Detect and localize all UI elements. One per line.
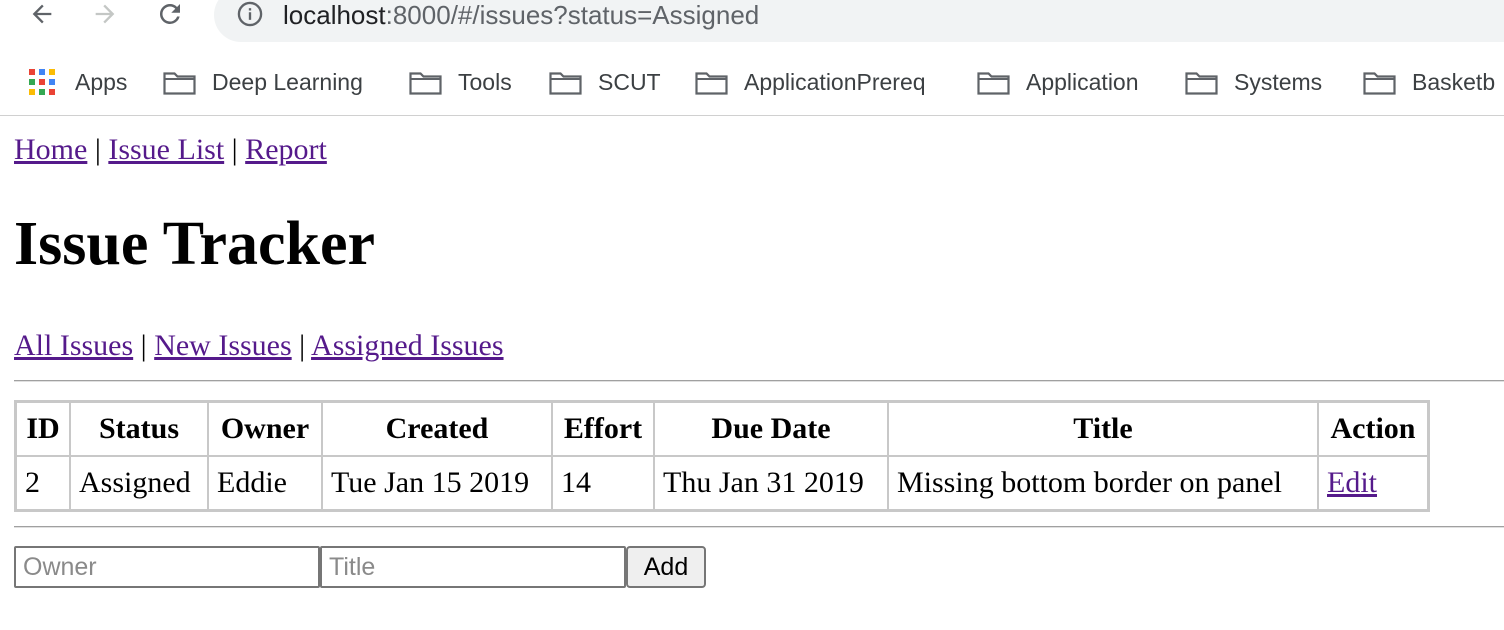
all-issues-link[interactable]: All Issues xyxy=(14,329,133,362)
forward-button[interactable] xyxy=(87,0,123,32)
divider xyxy=(14,526,1504,528)
bookmark-label: Tools xyxy=(458,68,512,95)
divider xyxy=(14,380,1504,382)
filter-separator: | xyxy=(299,329,306,362)
bookmark-label: SCUT xyxy=(598,68,661,95)
url-host: localhost xyxy=(283,0,386,30)
cell-due-date: Thu Jan 31 2019 xyxy=(654,456,888,510)
top-nav: Home | Issue List | Report xyxy=(14,132,327,168)
column-header-effort: Effort xyxy=(552,402,654,456)
folder-icon xyxy=(549,72,582,95)
bookmark-folder[interactable]: ApplicationPrereq xyxy=(695,62,926,102)
cell-created: Tue Jan 15 2019 xyxy=(322,456,552,510)
folder-icon xyxy=(695,72,728,95)
bookmarks-bar: Apps Deep Learning Tools SCUT Applicatio… xyxy=(0,62,1504,102)
edit-link[interactable]: Edit xyxy=(1327,466,1377,499)
url-path: :8000/#/issues?status=Assigned xyxy=(385,0,760,30)
apps-grid-icon xyxy=(29,69,55,95)
reload-button[interactable] xyxy=(152,0,188,32)
bookmark-label: ApplicationPrereq xyxy=(744,68,926,95)
home-link[interactable]: Home xyxy=(14,133,87,166)
owner-input[interactable] xyxy=(14,546,320,588)
cell-id: 2 xyxy=(16,456,70,510)
table-header-row: ID Status Owner Created Effort Due Date … xyxy=(16,402,1428,456)
page-title: Issue Tracker xyxy=(14,210,376,278)
column-header-status: Status xyxy=(70,402,208,456)
address-bar[interactable]: localhost:8000/#/issues?status=Assigned xyxy=(214,0,1504,42)
assigned-issues-link[interactable]: Assigned Issues xyxy=(311,329,504,362)
issue-table: ID Status Owner Created Effort Due Date … xyxy=(14,400,1430,512)
title-input[interactable] xyxy=(320,546,626,588)
folder-icon xyxy=(409,72,442,95)
bookmark-apps[interactable]: Apps xyxy=(29,62,127,102)
folder-icon xyxy=(1185,72,1218,95)
nav-separator: | xyxy=(231,133,238,166)
filter-separator: | xyxy=(140,329,147,362)
column-header-action: Action xyxy=(1318,402,1428,456)
bookmark-folder[interactable]: Tools xyxy=(409,62,512,102)
folder-icon xyxy=(977,72,1010,95)
bookmark-label: Apps xyxy=(75,68,128,95)
bookmark-folder[interactable]: Systems xyxy=(1185,62,1322,102)
folder-icon xyxy=(1363,72,1396,95)
column-header-created: Created xyxy=(322,402,552,456)
column-header-owner: Owner xyxy=(208,402,322,456)
bookmark-folder[interactable]: Application xyxy=(977,62,1139,102)
bookmark-label: Deep Learning xyxy=(212,68,363,95)
report-link[interactable]: Report xyxy=(245,133,327,166)
browser-chrome: localhost:8000/#/issues?status=Assigned … xyxy=(0,0,1504,116)
arrow-right-icon xyxy=(95,4,115,24)
nav-separator: | xyxy=(94,133,101,166)
cell-effort: 14 xyxy=(552,456,654,510)
bookmark-label: Application xyxy=(1026,68,1139,95)
issue-list-link[interactable]: Issue List xyxy=(108,133,224,166)
column-header-due-date: Due Date xyxy=(654,402,888,456)
back-button[interactable] xyxy=(24,0,60,32)
new-issues-link[interactable]: New Issues xyxy=(154,329,291,362)
url-text: localhost:8000/#/issues?status=Assigned xyxy=(283,0,759,30)
add-button[interactable]: Add xyxy=(626,546,706,588)
bookmark-label: Basketb xyxy=(1412,68,1496,95)
column-header-title: Title xyxy=(888,402,1318,456)
reload-icon xyxy=(159,3,180,24)
cell-title: Missing bottom border on panel xyxy=(888,456,1318,510)
bookmark-label: Systems xyxy=(1234,68,1323,95)
cell-action: Edit xyxy=(1318,456,1428,510)
issue-filter: All Issues | New Issues | Assigned Issue… xyxy=(14,328,504,364)
bookmark-folder[interactable]: Deep Learning xyxy=(163,62,363,102)
info-icon[interactable] xyxy=(236,0,264,28)
cell-status: Assigned xyxy=(70,456,208,510)
bookmark-folder[interactable]: SCUT xyxy=(549,62,661,102)
column-header-id: ID xyxy=(16,402,70,456)
folder-icon xyxy=(163,72,196,95)
table-row: 2 Assigned Eddie Tue Jan 15 2019 14 Thu … xyxy=(16,456,1428,510)
bookmark-folder[interactable]: Basketb xyxy=(1363,62,1495,102)
cell-owner: Eddie xyxy=(208,456,322,510)
arrow-left-icon xyxy=(32,4,52,24)
